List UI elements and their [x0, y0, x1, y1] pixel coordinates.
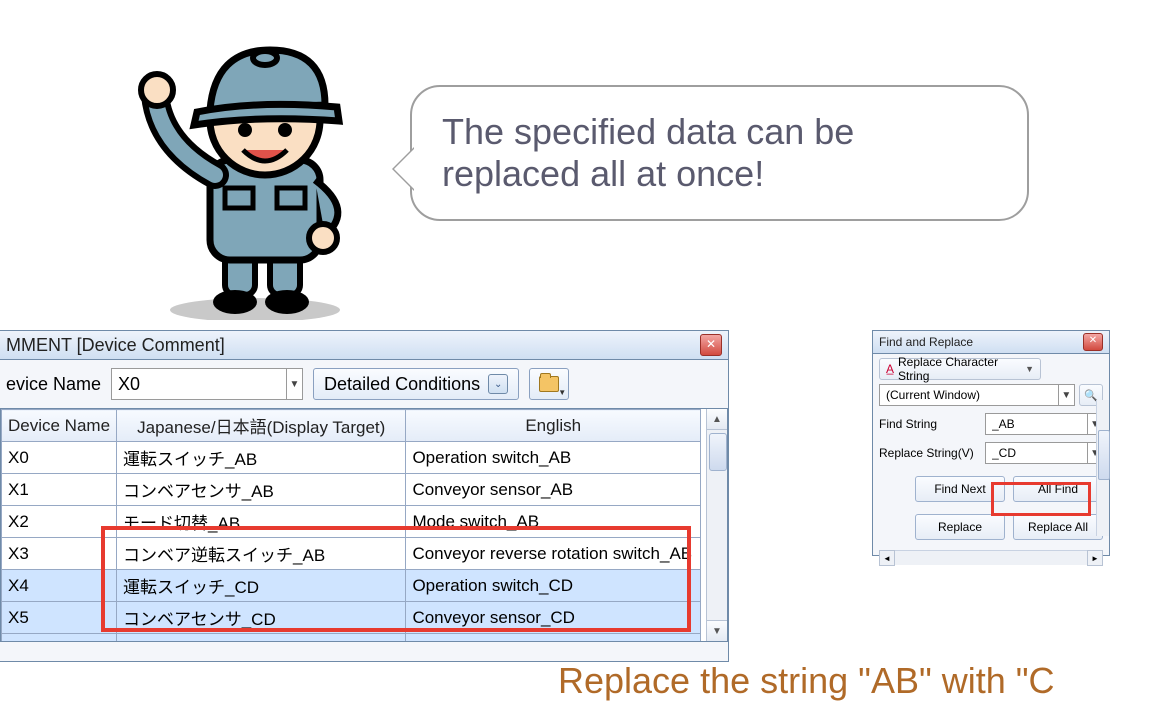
window-title: MMENT [Device Comment] — [6, 335, 225, 356]
col-device-name[interactable]: Device Name — [2, 410, 117, 442]
col-japanese[interactable]: Japanese/日本語(Display Target) — [117, 410, 406, 442]
cell-jp[interactable]: コンベア逆転スイッチ_AB — [117, 538, 406, 570]
table-row[interactable]: X2モード切替_ABMode switch_AB — [2, 506, 701, 538]
cell-en[interactable]: Mode switch_AB — [406, 506, 701, 538]
cell-jp[interactable]: 運転スイッチ_AB — [117, 442, 406, 474]
chevron-down-icon[interactable]: ▼ — [286, 369, 302, 399]
detailed-conditions-button[interactable]: Detailed Conditions ⌄ — [313, 368, 519, 400]
toolbar: evice Name ▼ Detailed Conditions ⌄ ▼ — [0, 360, 728, 408]
caption-text: Replace the string "AB" with "C — [558, 660, 1055, 702]
replace-string-combo[interactable]: ▼ — [985, 442, 1103, 464]
cell-dev[interactable]: X2 — [2, 506, 117, 538]
cell-dev[interactable]: X4 — [2, 570, 117, 602]
find-replace-dialog: Find and Replace ✕ A̲ Replace Character … — [872, 330, 1110, 556]
cell-dev[interactable]: X1 — [2, 474, 117, 506]
replace-mode-icon: A̲ — [886, 362, 894, 376]
device-name-input[interactable] — [112, 374, 286, 395]
cell-dev[interactable]: X0 — [2, 442, 117, 474]
table-row[interactable]: X4運転スイッチ_CDOperation switch_CD — [2, 570, 701, 602]
replace-button[interactable]: Replace — [915, 514, 1005, 540]
dialog-vertical-scrollbar[interactable] — [1096, 400, 1109, 536]
mascot-figure — [115, 10, 375, 320]
cell-en[interactable]: Operation switch_CD — [406, 570, 701, 602]
table-row[interactable]: X6モード切替_CDMode switch_CD — [2, 634, 701, 643]
device-comment-window: MMENT [Device Comment] ✕ evice Name ▼ De… — [0, 330, 729, 662]
speech-bubble-text: The specified data can be replaced all a… — [442, 111, 854, 194]
scroll-track[interactable] — [895, 551, 1087, 565]
chevron-down-icon: ▼ — [558, 388, 566, 397]
detailed-conditions-label: Detailed Conditions — [324, 374, 480, 395]
table-row[interactable]: X1コンベアセンサ_ABConveyor sensor_AB — [2, 474, 701, 506]
cell-en[interactable]: Conveyor reverse rotation switch_AB — [406, 538, 701, 570]
close-icon[interactable]: ✕ — [700, 334, 722, 356]
close-icon[interactable]: ✕ — [1083, 333, 1103, 351]
replace-mode-label: Replace Character String — [898, 355, 1021, 383]
scroll-thumb[interactable] — [709, 433, 727, 471]
cell-jp[interactable]: モード切替_CD — [117, 634, 406, 643]
scroll-left-icon[interactable]: ◄ — [879, 550, 895, 566]
device-name-label: evice Name — [6, 374, 101, 395]
cell-jp[interactable]: コンベアセンサ_AB — [117, 474, 406, 506]
find-string-label: Find String — [879, 417, 979, 431]
device-comment-grid[interactable]: Device Name Japanese/日本語(Display Target)… — [0, 408, 728, 642]
scroll-thumb[interactable] — [1098, 430, 1110, 480]
speech-bubble: The specified data can be replaced all a… — [410, 85, 1029, 221]
horizontal-scrollbar[interactable]: ◄ ► — [879, 550, 1103, 565]
chevron-down-icon[interactable]: ▼ — [1058, 385, 1074, 405]
cell-jp[interactable]: モード切替_AB — [117, 506, 406, 538]
replace-all-button[interactable]: Replace All — [1013, 514, 1103, 540]
scroll-down-icon[interactable]: ▼ — [707, 620, 727, 641]
scope-combo[interactable]: ▼ — [879, 384, 1075, 406]
replace-string-label: Replace String(V) — [879, 446, 979, 460]
device-name-combo[interactable]: ▼ — [111, 368, 303, 400]
replace-string-input[interactable] — [986, 446, 1087, 460]
dialog-titlebar[interactable]: Find and Replace ✕ — [873, 331, 1109, 354]
table-row[interactable]: X5コンベアセンサ_CDConveyor sensor_CD — [2, 602, 701, 634]
dialog-title: Find and Replace — [879, 335, 973, 349]
window-titlebar[interactable]: MMENT [Device Comment] ✕ — [0, 331, 728, 360]
find-string-combo[interactable]: ▼ — [985, 413, 1103, 435]
cell-dev[interactable]: X3 — [2, 538, 117, 570]
find-next-button[interactable]: Find Next — [915, 476, 1005, 502]
cell-dev[interactable]: X6 — [2, 634, 117, 643]
cell-en[interactable]: Conveyor sensor_CD — [406, 602, 701, 634]
cell-en[interactable]: Operation switch_AB — [406, 442, 701, 474]
scroll-right-icon[interactable]: ► — [1087, 550, 1103, 566]
scroll-up-icon[interactable]: ▲ — [707, 409, 727, 430]
cell-en[interactable]: Conveyor sensor_AB — [406, 474, 701, 506]
folder-icon — [539, 376, 559, 392]
cell-jp[interactable]: 運転スイッチ_CD — [117, 570, 406, 602]
replace-mode-dropdown[interactable]: A̲ Replace Character String ▼ — [879, 358, 1041, 380]
all-find-button[interactable]: All Find — [1013, 476, 1103, 502]
table-row[interactable]: X3コンベア逆転スイッチ_ABConveyor reverse rotation… — [2, 538, 701, 570]
chevron-down-double-icon: ⌄ — [488, 374, 508, 394]
col-english[interactable]: English — [406, 410, 701, 442]
find-string-input[interactable] — [986, 417, 1087, 431]
cell-jp[interactable]: コンベアセンサ_CD — [117, 602, 406, 634]
vertical-scrollbar[interactable]: ▲ ▼ — [706, 409, 727, 641]
chevron-down-icon: ▼ — [1025, 364, 1034, 374]
table-row[interactable]: X0運転スイッチ_ABOperation switch_AB — [2, 442, 701, 474]
folder-dropdown-button[interactable]: ▼ — [529, 368, 569, 400]
scope-input[interactable] — [880, 388, 1058, 402]
cell-en[interactable]: Mode switch_CD — [406, 634, 701, 643]
cell-dev[interactable]: X5 — [2, 602, 117, 634]
